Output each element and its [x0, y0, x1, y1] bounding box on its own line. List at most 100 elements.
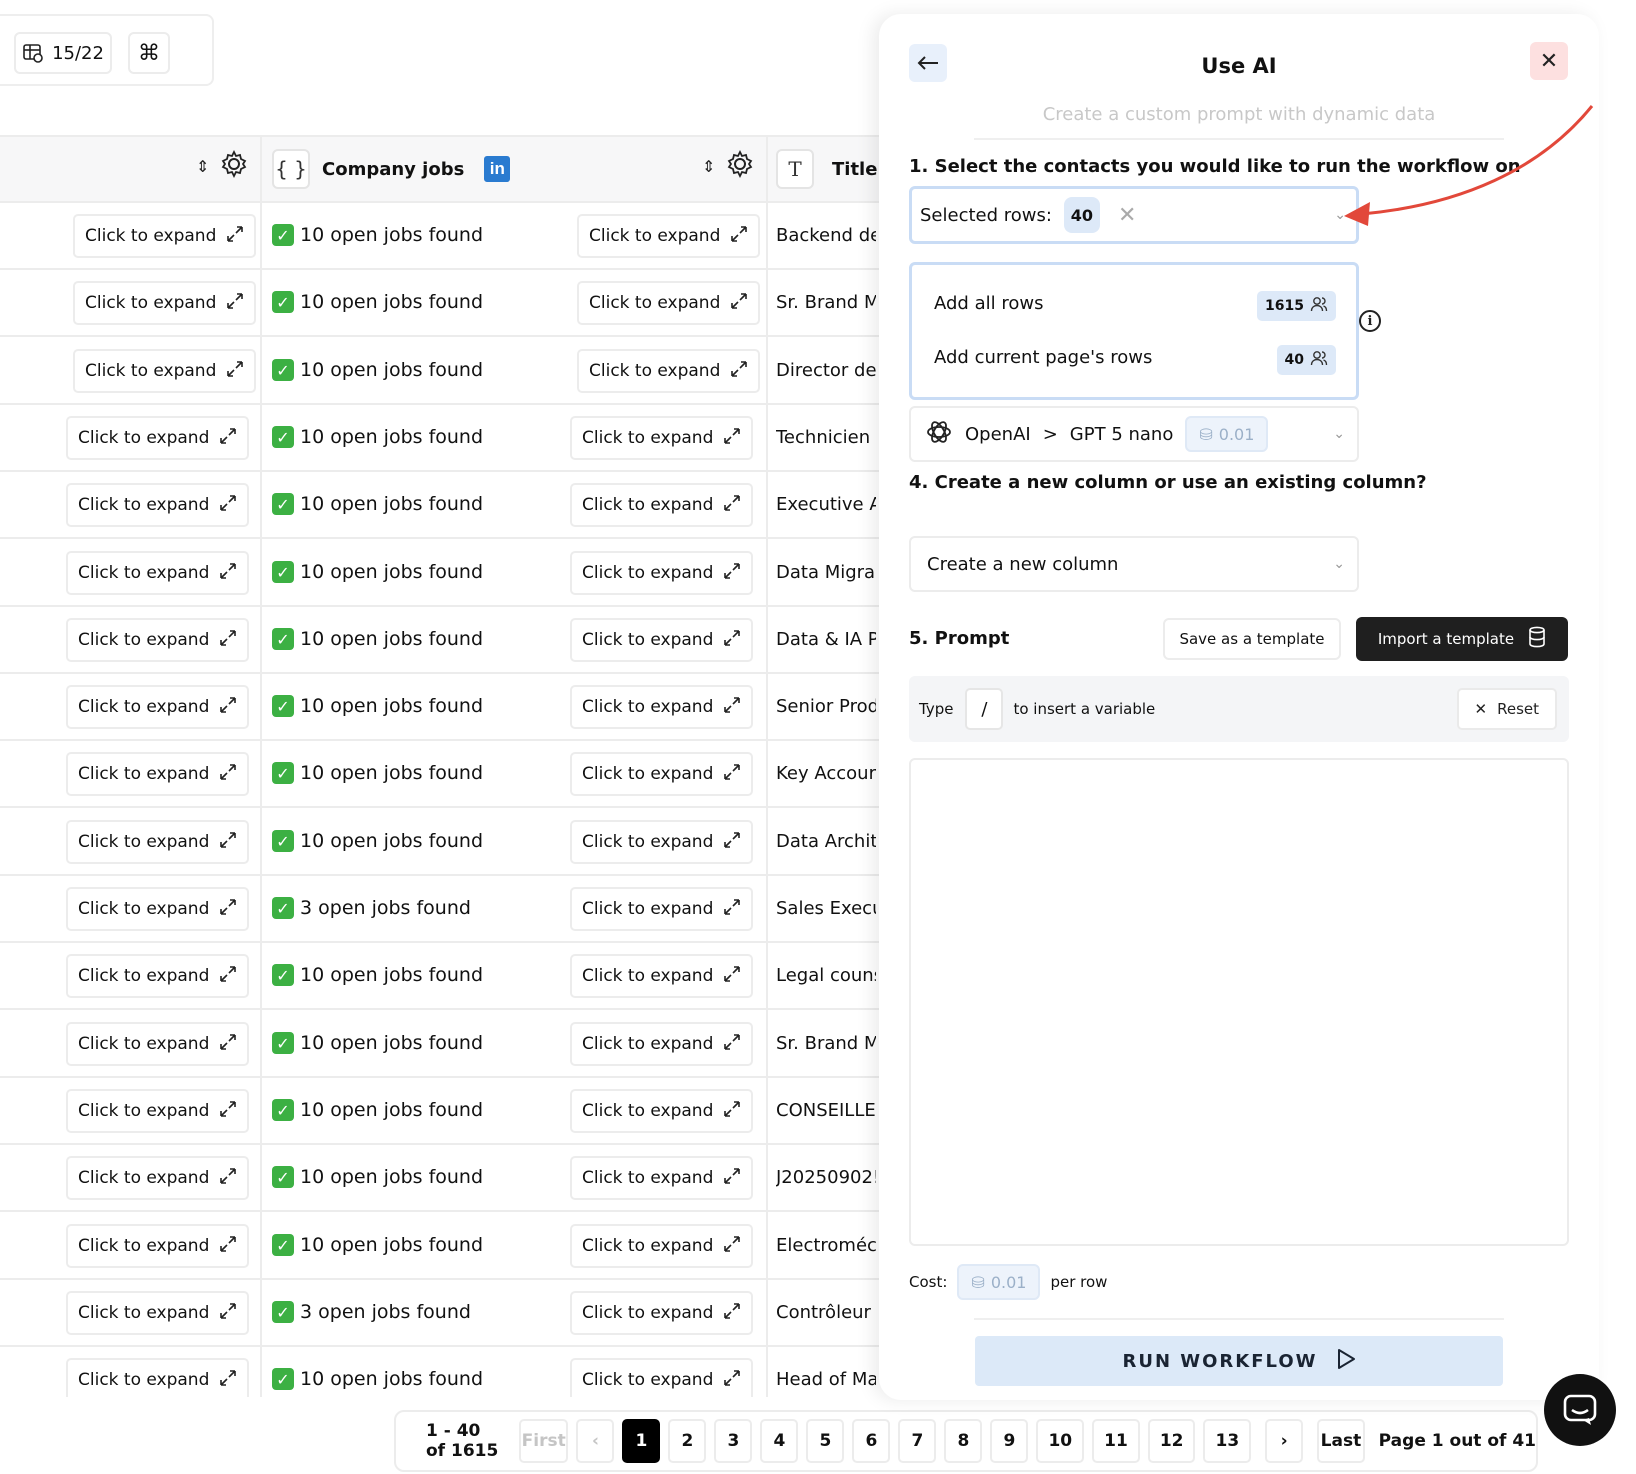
expand-button[interactable]: Click to expand [66, 752, 250, 796]
page-button[interactable]: 12 [1147, 1419, 1196, 1463]
page-button[interactable]: 5 [806, 1419, 845, 1463]
expand-button[interactable]: Click to expand [570, 685, 754, 729]
expand-label: Click to expand [582, 495, 714, 515]
expand-button[interactable]: Click to expand [570, 1224, 754, 1268]
add-page-rows-option[interactable]: Add current page's rows [934, 347, 1152, 368]
page-button[interactable]: 8 [944, 1419, 983, 1463]
expand-button[interactable]: Click to expand [66, 1089, 250, 1133]
expand-button[interactable]: Click to expand [73, 349, 257, 393]
expand-button[interactable]: Click to expand [570, 1089, 754, 1133]
expand-button[interactable]: Click to expand [66, 416, 250, 460]
sort-icon[interactable]: ⇕ [196, 157, 209, 176]
expand-button[interactable]: Click to expand [570, 618, 754, 662]
expand-button[interactable]: Click to expand [66, 618, 250, 662]
expand-button[interactable]: Click to expand [66, 685, 250, 729]
import-template-button[interactable]: Import a template [1356, 617, 1568, 661]
rows-select[interactable]: Selected rows: 40 ✕ ⌄ [909, 186, 1359, 244]
run-workflow-button[interactable]: RUN WORKFLOW [975, 1336, 1503, 1386]
expand-button[interactable]: Click to expand [570, 483, 754, 527]
title-cell[interactable]: Data & IA Pr [776, 629, 876, 650]
save-template-button[interactable]: Save as a template [1163, 618, 1341, 660]
expand-button[interactable]: Click to expand [66, 1224, 250, 1268]
prompt-editor[interactable] [909, 758, 1569, 1246]
close-button[interactable]: ✕ [1530, 42, 1568, 80]
title-cell[interactable]: Data Migra [776, 562, 876, 583]
title-cell[interactable]: CONSEILLER [776, 1100, 876, 1121]
title-cell[interactable]: Legal couns [776, 965, 876, 986]
title-cell[interactable]: Data Archit [776, 831, 876, 852]
page-button[interactable]: 1 [622, 1419, 661, 1463]
command-button[interactable]: ⌘ [128, 32, 170, 74]
reset-button[interactable]: ✕ Reset [1456, 688, 1557, 730]
header-title[interactable]: T Title [776, 149, 877, 189]
title-cell[interactable]: Sr. Brand M [776, 292, 876, 313]
expand-icon [723, 427, 741, 450]
expand-button[interactable]: Click to expand [570, 1156, 754, 1200]
expand-button[interactable]: Click to expand [66, 483, 250, 527]
expand-button[interactable]: Click to expand [570, 551, 754, 595]
title-cell[interactable]: Head of Mar [776, 1369, 876, 1390]
expand-button[interactable]: Click to expand [570, 954, 754, 998]
info-icon[interactable]: i [1359, 310, 1381, 332]
page-button[interactable]: 3 [714, 1419, 753, 1463]
title-cell[interactable]: Technicien [776, 427, 876, 448]
page-button[interactable]: 6 [852, 1419, 891, 1463]
expand-button[interactable]: Click to expand [66, 820, 250, 864]
expand-button[interactable]: Click to expand [66, 551, 250, 595]
title-cell[interactable]: J20250902! [776, 1167, 876, 1188]
page-button[interactable]: 11 [1092, 1419, 1140, 1463]
expand-button[interactable]: Click to expand [570, 1358, 754, 1397]
title-cell[interactable]: Sr. Brand M [776, 1033, 876, 1054]
expand-button[interactable]: Click to expand [570, 820, 754, 864]
prev-page-button[interactable]: ‹ [576, 1419, 615, 1463]
expand-button[interactable]: Click to expand [66, 954, 250, 998]
gear-icon[interactable] [725, 149, 755, 183]
page-button[interactable]: 7 [898, 1419, 937, 1463]
expand-button[interactable]: Click to expand [73, 214, 257, 258]
page-button[interactable]: 4 [760, 1419, 799, 1463]
page-button[interactable]: 13 [1203, 1419, 1252, 1463]
title-cell[interactable]: Director de [776, 360, 876, 381]
add-all-rows-option[interactable]: Add all rows [934, 293, 1043, 314]
expand-button[interactable]: Click to expand [570, 887, 754, 931]
expand-button[interactable]: Click to expand [66, 1022, 250, 1066]
sort-icon[interactable]: ⇕ [702, 157, 715, 176]
check-icon: ✓ [272, 561, 294, 583]
expand-button[interactable]: Click to expand [73, 281, 257, 325]
title-cell[interactable]: Backend de [776, 225, 876, 246]
chat-support-button[interactable] [1544, 1374, 1616, 1446]
next-page-button[interactable]: › [1265, 1419, 1304, 1463]
model-select[interactable]: OpenAI > GPT 5 nano ⛁ 0.01 ⌄ [909, 406, 1359, 462]
column-select[interactable]: Create a new column ⌄ [909, 536, 1359, 592]
title-cell[interactable]: Senior Prod [776, 696, 876, 717]
expand-button[interactable]: Click to expand [66, 887, 250, 931]
expand-button[interactable]: Click to expand [577, 214, 761, 258]
expand-icon [723, 763, 741, 786]
title-cell[interactable]: Key Accour [776, 763, 876, 784]
expand-button[interactable]: Click to expand [66, 1156, 250, 1200]
page-button[interactable]: 9 [990, 1419, 1029, 1463]
clear-selection-icon[interactable]: ✕ [1118, 203, 1136, 228]
jobs-count-text: 10 open jobs found [300, 224, 484, 246]
title-cell[interactable]: Executive A [776, 494, 876, 515]
title-cell[interactable]: Sales Execu [776, 898, 876, 919]
gear-icon[interactable] [219, 149, 249, 183]
title-cell[interactable]: Electroméc [776, 1235, 876, 1256]
page-button[interactable]: 10 [1036, 1419, 1085, 1463]
expand-button[interactable]: Click to expand [570, 416, 754, 460]
expand-button[interactable]: Click to expand [66, 1358, 250, 1397]
expand-button[interactable]: Click to expand [66, 1291, 250, 1335]
title-cell[interactable]: Contrôleur [776, 1302, 876, 1323]
header-company-jobs[interactable]: { } Company jobs in [272, 149, 511, 189]
expand-button[interactable]: Click to expand [570, 1022, 754, 1066]
expand-button[interactable]: Click to expand [577, 349, 761, 393]
expand-label: Click to expand [78, 832, 210, 852]
expand-button[interactable]: Click to expand [570, 1291, 754, 1335]
expand-button[interactable]: Click to expand [577, 281, 761, 325]
rows-counter-button[interactable]: 15/22 [14, 32, 112, 74]
first-page-button[interactable]: First [518, 1419, 569, 1463]
last-page-button[interactable]: Last [1317, 1419, 1365, 1463]
jobs-count-text: 10 open jobs found [300, 762, 484, 784]
page-button[interactable]: 2 [668, 1419, 707, 1463]
expand-button[interactable]: Click to expand [570, 752, 754, 796]
